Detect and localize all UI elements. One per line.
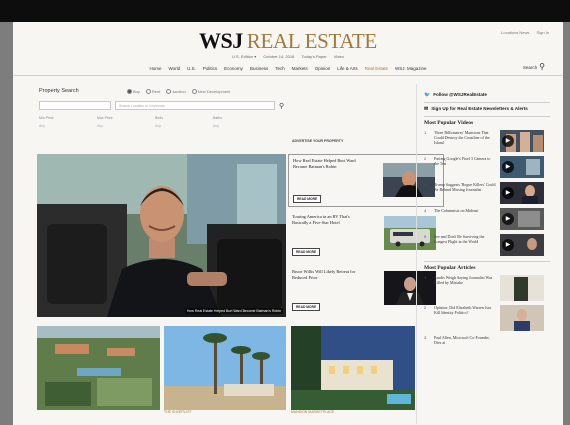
edition-bar: U.S. Edition ▾ October 14, 2018 Today's … [13, 54, 563, 59]
nav-economy[interactable]: Economy [224, 66, 243, 71]
search-icon[interactable]: ⚲ [539, 63, 545, 71]
story-title-1[interactable]: How Real Estate Helped Burt Ward Become … [293, 158, 359, 169]
video-thumb-5[interactable]: ▶ [500, 234, 544, 256]
video-link[interactable]: Video [334, 54, 344, 59]
article-thumb-2[interactable] [500, 305, 544, 331]
nav-opinion[interactable]: Opinion [315, 66, 331, 71]
nav-home[interactable]: Home [149, 66, 161, 71]
nav-politics[interactable]: Politics [203, 66, 217, 71]
bottom-story-1[interactable] [37, 326, 160, 410]
nav-markets[interactable]: Markets [292, 66, 308, 71]
search-inputs: Search Location or Keywords [39, 101, 275, 110]
article-item[interactable]: 2 Opinion: Did Elizabeth Warren Just Kil… [424, 305, 550, 331]
section-nav: Home World U.S. Politics Economy Busines… [13, 61, 563, 76]
wsj-real-estate-page: Locations News Sign In WSJ REAL ESTATE U.… [13, 22, 563, 425]
date-label: October 14, 2018 [263, 54, 295, 59]
palm-trees-photo [164, 326, 286, 410]
story-card-3[interactable]: Bruce Willis Will Likely Retreat for Red… [288, 267, 444, 315]
article-thumb-image [500, 305, 544, 331]
radio-auction[interactable]: Auction [166, 89, 186, 95]
bottom-story-3[interactable] [291, 326, 415, 410]
baths-filter[interactable]: Baths Any [213, 116, 271, 128]
radio-rent[interactable]: Rent [145, 89, 160, 95]
listing-type-radios: Buy Rent Auction New Development [127, 89, 230, 95]
wsj-logo[interactable]: WSJ [199, 28, 243, 53]
nav-life-arts[interactable]: Life & Arts [337, 66, 358, 71]
keyword-input[interactable]: Search Location or Keywords [115, 101, 275, 110]
search-label: Search [522, 64, 538, 70]
article-item[interactable]: 1 Saudis Weigh Saying Journalist Was Kil… [424, 275, 550, 301]
edition-selector[interactable]: U.S. Edition ▾ [232, 54, 256, 59]
story-card-1[interactable]: How Real Estate Helped Burt Ward Become … [288, 154, 444, 207]
beds-filter[interactable]: Beds Any [155, 116, 213, 128]
filter-row: Min Price Any Max Price Any Beds Any Baths A… [39, 116, 271, 128]
real-estate-wordmark[interactable]: REAL ESTATE [247, 29, 377, 53]
advertise-label[interactable]: ADVERTISE YOUR PROPERTY [292, 139, 343, 143]
story-card-2[interactable]: Touring America in an RV That's Basicall… [288, 212, 444, 260]
column-divider [416, 84, 417, 424]
location-select[interactable] [39, 101, 111, 110]
video-item[interactable]: 5 See and Don't Be Surviving the Longest… [424, 234, 550, 256]
read-more-button-2[interactable]: READ MORE [292, 248, 321, 256]
play-icon[interactable]: ▶ [502, 161, 514, 173]
hero-caption: How Real Estate Helped Burt Ward Become … [184, 308, 283, 314]
nav-wsj-magazine[interactable]: WSJ. Magazine [395, 66, 427, 71]
radio-new-development[interactable]: New Development [191, 89, 230, 95]
masthead[interactable]: WSJ REAL ESTATE [13, 28, 563, 54]
right-rail: 🐦 Follow @WSJRealEstate ✉ Sign Up for Real… [424, 92, 550, 345]
nav-us[interactable]: U.S. [187, 66, 196, 71]
video-thumb-3[interactable]: ▶ [500, 182, 544, 204]
nav-search[interactable]: Search ⚲ [522, 63, 545, 71]
bottom-label-2: THE SHORTLIST [164, 410, 192, 414]
play-icon[interactable]: ▶ [502, 187, 514, 199]
radio-buy[interactable]: Buy [127, 89, 140, 95]
read-more-button-1[interactable]: READ MORE [293, 195, 322, 203]
video-item[interactable]: 2 Putting Google's Pixel 3 Camera to the… [424, 156, 550, 178]
story-title-2[interactable]: Touring America in an RV That's Basicall… [292, 214, 358, 225]
bottom-label-3: MANSION MARKETPLACE [291, 410, 335, 414]
story-title-3[interactable]: Bruce Willis Will Likely Retreat for Red… [292, 269, 358, 280]
envelope-icon: ✉ [424, 106, 429, 112]
search-submit-icon[interactable]: ⚲ [279, 102, 284, 110]
nav-tech[interactable]: Tech [275, 66, 285, 71]
max-price-filter[interactable]: Max Price Any [97, 116, 155, 128]
video-item[interactable]: 3 Trump Suggests 'Rogue Killers' Could B… [424, 182, 550, 204]
nav-real-estate[interactable]: Real Estate [365, 66, 388, 71]
play-icon[interactable]: ▶ [502, 239, 514, 251]
play-icon[interactable]: ▶ [502, 213, 514, 225]
newsletter-link[interactable]: ✉ Sign Up for Real Estate Newsletters & A… [424, 106, 550, 112]
aerial-estate-photo [37, 326, 160, 410]
browser-top-bar [0, 0, 570, 22]
bottom-story-2[interactable] [164, 326, 286, 410]
nav-world[interactable]: World [168, 66, 180, 71]
nav-business[interactable]: Business [250, 66, 268, 71]
video-thumb-1[interactable]: ▶ [500, 130, 544, 152]
min-price-filter[interactable]: Min Price Any [39, 116, 97, 128]
twitter-icon: 🐦 [424, 92, 431, 98]
video-item[interactable]: 4 The Columnists on Mideast ▶ [424, 208, 550, 230]
follow-link[interactable]: 🐦 Follow @WSJRealEstate [424, 92, 550, 98]
popular-articles-heading: Most Popular Articles [424, 265, 476, 271]
article-item[interactable]: 3 Paul Allen, Microsoft Co-Founder, Dies… [424, 335, 550, 345]
popular-videos-heading: Most Popular Videos [424, 120, 474, 126]
hero-image[interactable]: How Real Estate Helped Burt Ward Become … [37, 154, 286, 317]
video-thumb-2[interactable]: ▶ [500, 156, 544, 178]
todays-paper-link[interactable]: Today's Paper [301, 54, 326, 59]
hero-photo [37, 154, 286, 317]
mansion-photo [291, 326, 415, 410]
play-icon[interactable]: ▶ [502, 135, 514, 147]
article-thumb-1[interactable] [500, 275, 544, 301]
property-search: Property Search Buy Rent Auction New Dev… [39, 88, 291, 148]
video-item[interactable]: 1 Three Billionaires' Mansions That Coul… [424, 130, 550, 152]
read-more-button-3[interactable]: READ MORE [292, 303, 321, 311]
video-thumb-4[interactable]: ▶ [500, 208, 544, 230]
article-thumb-image [500, 275, 544, 301]
